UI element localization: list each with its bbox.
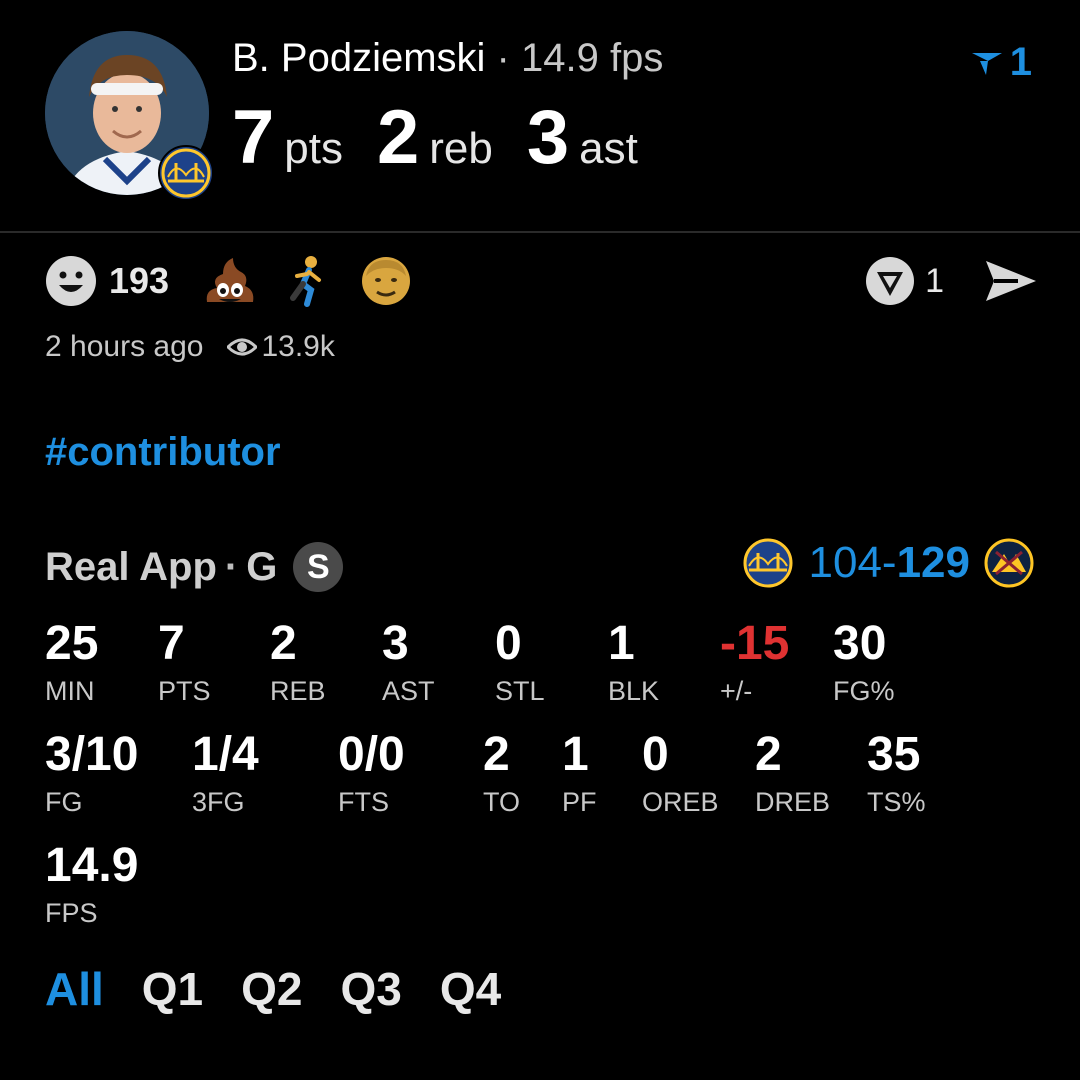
hashtag-link[interactable]: #contributor bbox=[45, 430, 281, 475]
stat-fts-label: FTS bbox=[338, 787, 389, 817]
stat-blk-label: BLK bbox=[608, 676, 660, 706]
stat-ts-pct-value: 35 bbox=[867, 728, 921, 781]
headline-reb-value: 2 bbox=[376, 95, 420, 180]
starter-badge: S bbox=[293, 542, 344, 592]
stat-fg-value: 3/10 bbox=[45, 728, 139, 781]
game-score[interactable]: 104-129 bbox=[743, 538, 1035, 588]
stat-pts-label: PTS bbox=[158, 676, 211, 706]
tab-q4[interactable]: Q4 bbox=[440, 962, 501, 1016]
player-fps: 14.9 fps bbox=[521, 36, 664, 80]
filter-icon bbox=[971, 52, 1002, 75]
game-source-separator: · bbox=[224, 544, 239, 589]
nuggets-logo-icon bbox=[984, 538, 1034, 588]
score-away: 129 bbox=[896, 538, 970, 587]
game-source-name: Real App bbox=[45, 544, 217, 589]
stat-reb: 2 REB bbox=[270, 620, 326, 705]
stat-fg-label: FG bbox=[45, 787, 83, 817]
headline-stats: 7 pts 2 reb 3 ast bbox=[232, 94, 672, 181]
poop-emoji-icon[interactable] bbox=[203, 254, 257, 308]
headline-ast-value: 3 bbox=[526, 95, 570, 180]
stat-fg-pct: 30 FG% bbox=[833, 620, 895, 705]
stat-ast-value: 3 bbox=[382, 617, 409, 670]
name-separator: · bbox=[496, 36, 510, 80]
quarter-tabs: All Q1 Q2 Q3 Q4 bbox=[45, 962, 501, 1016]
filter-badge[interactable]: 1 bbox=[970, 40, 1032, 85]
view-count: 13.9k bbox=[261, 330, 335, 363]
stat-fts-value: 0/0 bbox=[338, 728, 405, 781]
vote-count: 1 bbox=[925, 261, 944, 300]
vote-icon[interactable] bbox=[863, 254, 917, 308]
post-actions: 1 bbox=[863, 253, 1038, 309]
stat-to: 2 TO bbox=[483, 731, 520, 816]
stat-plus-minus: -15 +/- bbox=[720, 620, 789, 705]
stat-reb-value: 2 bbox=[270, 617, 297, 670]
reactions-bar: 193 bbox=[45, 253, 437, 309]
headline-pts-label: pts bbox=[284, 124, 343, 173]
header-divider bbox=[0, 231, 1080, 233]
stat-oreb-label: OREB bbox=[642, 787, 719, 817]
post-meta: 2 hours ago 13.9k bbox=[45, 330, 335, 364]
stat-3fg-value: 1/4 bbox=[192, 728, 259, 781]
stat-dreb-label: DREB bbox=[755, 787, 831, 817]
stat-dreb: 2 DREB bbox=[755, 731, 830, 816]
stat-to-label: TO bbox=[483, 787, 521, 817]
stat-oreb-value: 0 bbox=[642, 728, 669, 781]
player-position: G bbox=[246, 544, 278, 589]
eye-icon bbox=[227, 338, 258, 356]
tab-q2[interactable]: Q2 bbox=[241, 962, 302, 1016]
stat-fps: 14.9 FPS bbox=[45, 842, 138, 927]
headline-ast-label: ast bbox=[579, 124, 638, 173]
stat-blk-value: 1 bbox=[608, 617, 635, 670]
stat-pf-value: 1 bbox=[562, 728, 589, 781]
headline-pts-value: 7 bbox=[232, 95, 275, 180]
stat-3fg: 1/4 3FG bbox=[192, 731, 259, 816]
stat-ast: 3 AST bbox=[382, 620, 435, 705]
player-name-line: B. Podziemski · 14.9 fps bbox=[232, 36, 663, 81]
tab-all[interactable]: All bbox=[45, 962, 104, 1016]
stat-fg-pct-value: 30 bbox=[833, 617, 887, 670]
stat-fps-label: FPS bbox=[45, 898, 98, 928]
stat-ast-label: AST bbox=[382, 676, 435, 706]
player-name[interactable]: B. Podziemski bbox=[232, 36, 485, 80]
stat-oreb: 0 OREB bbox=[642, 731, 719, 816]
stat-min: 25 MIN bbox=[45, 620, 98, 705]
filter-count: 1 bbox=[1009, 40, 1032, 84]
stat-fg: 3/10 FG bbox=[45, 731, 138, 816]
stat-pf: 1 PF bbox=[562, 731, 597, 816]
smile-reaction-icon[interactable] bbox=[45, 255, 97, 307]
score-home: 104 bbox=[808, 538, 882, 587]
running-person-emoji-icon[interactable] bbox=[281, 254, 335, 308]
stat-pts-value: 7 bbox=[158, 617, 185, 670]
stat-fg-pct-label: FG% bbox=[833, 676, 895, 706]
post-time: 2 hours ago bbox=[45, 330, 204, 363]
old-person-emoji-icon[interactable] bbox=[359, 254, 413, 308]
stat-fps-value: 14.9 bbox=[45, 839, 139, 892]
stat-ts-pct: 35 TS% bbox=[867, 731, 926, 816]
tab-q3[interactable]: Q3 bbox=[341, 962, 402, 1016]
smile-reaction-count: 193 bbox=[109, 260, 170, 301]
stat-ts-pct-label: TS% bbox=[867, 787, 926, 817]
stat-3fg-label: 3FG bbox=[192, 787, 245, 817]
stat-reb-label: REB bbox=[270, 676, 326, 706]
stat-min-label: MIN bbox=[45, 676, 95, 706]
game-source: Real App · G S bbox=[45, 542, 344, 592]
stat-pts: 7 PTS bbox=[158, 620, 211, 705]
stat-pf-label: PF bbox=[562, 787, 597, 817]
warriors-badge-icon bbox=[158, 145, 214, 201]
stat-plus-minus-value: -15 bbox=[720, 617, 790, 670]
stat-blk: 1 BLK bbox=[608, 620, 659, 705]
stat-dreb-value: 2 bbox=[755, 728, 782, 781]
warriors-logo-icon bbox=[743, 538, 792, 588]
stat-min-value: 25 bbox=[45, 617, 99, 670]
stat-fts: 0/0 FTS bbox=[338, 731, 405, 816]
score-separator: - bbox=[881, 538, 897, 587]
stat-stl-label: STL bbox=[495, 676, 545, 706]
send-icon[interactable] bbox=[984, 257, 1038, 305]
stat-stl: 0 STL bbox=[495, 620, 545, 705]
tab-q1[interactable]: Q1 bbox=[142, 962, 203, 1016]
headline-reb-label: reb bbox=[429, 124, 493, 173]
stat-to-value: 2 bbox=[483, 728, 510, 781]
stat-stl-value: 0 bbox=[495, 617, 522, 670]
stat-plus-minus-label: +/- bbox=[720, 676, 753, 706]
